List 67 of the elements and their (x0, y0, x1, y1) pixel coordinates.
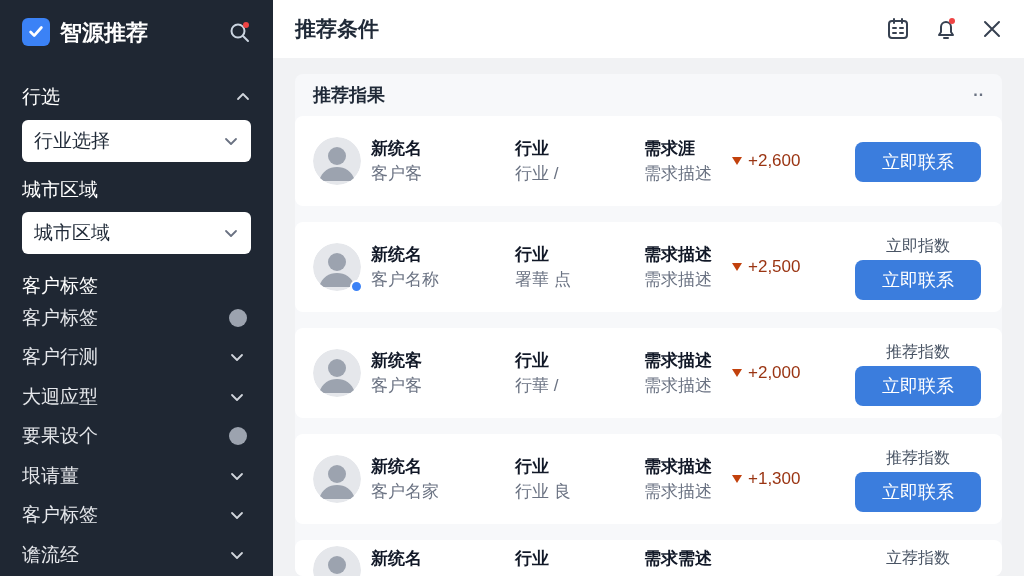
column-label: 行业 (515, 455, 550, 478)
avatar (313, 137, 361, 185)
change-value: +2,600 (748, 150, 801, 173)
client-name: 新统名 (371, 548, 423, 570)
avatar (313, 243, 361, 291)
demand-text: 需求描述 (644, 375, 713, 397)
demand-text: 需求描述 (644, 481, 713, 503)
column-label: 行业 (515, 548, 550, 570)
index-label: 立即指数 (886, 236, 950, 256)
demand-text: 需求描述 (644, 163, 713, 185)
column-label: 需求需述 (644, 548, 713, 570)
index-label: 立荐指数 (886, 548, 950, 568)
column-label: 行业 (515, 349, 550, 372)
column-label: 需求描述 (644, 455, 713, 478)
industry-text: 行业 / (515, 163, 560, 185)
client-subtitle: 客户客 (371, 375, 423, 397)
triangle-down-icon (732, 369, 742, 377)
sidebar-item[interactable]: 客户标签 (22, 495, 251, 535)
change-value: +1,300 (748, 468, 801, 491)
client-name: 新统名 (371, 455, 423, 478)
dropdown-field[interactable]: 城市区域 (22, 212, 251, 254)
section-label: 客户标签 (22, 274, 99, 298)
sidebar-item[interactable]: 谵流经 (22, 535, 251, 575)
contact-button[interactable]: 立即联系 (855, 366, 981, 406)
triangle-down-icon (732, 475, 742, 483)
triangle-down-icon (732, 263, 742, 271)
dropdown-field[interactable]: 行业选择 (22, 120, 251, 162)
logo-icon (22, 18, 50, 46)
index-label: 推荐指数 (886, 448, 950, 468)
avatar (313, 349, 361, 397)
sidebar-item[interactable]: 大迴应型 (22, 377, 251, 417)
app-title: 智源推荐 (60, 18, 148, 47)
avatar (313, 455, 361, 503)
change-value: +2,500 (748, 256, 801, 279)
more-menu[interactable]: ·· (973, 83, 984, 107)
sidebar-item[interactable]: 要果设个 (22, 416, 251, 456)
change-value: +2,000 (748, 362, 801, 385)
client-name: 新统客 (371, 349, 423, 372)
column-label: 需求描述 (644, 243, 713, 266)
contact-button[interactable]: 立即联系 (855, 472, 981, 512)
field-label: 城市区域 (22, 178, 99, 202)
calendar-icon[interactable] (886, 17, 910, 41)
search-icon[interactable] (229, 21, 251, 43)
column-label: 需求描述 (644, 349, 713, 372)
close-icon[interactable] (982, 19, 1002, 39)
client-name: 新统名 (371, 137, 423, 160)
column-label: 需求涯 (644, 137, 696, 160)
section-label: 行选 (22, 84, 60, 109)
contact-button[interactable]: 立即联系 (855, 260, 981, 300)
column-label: 行业 (515, 243, 550, 266)
client-name: 新统名 (371, 243, 423, 266)
industry-text: 行业 良 (515, 481, 572, 503)
sidebar-item[interactable]: 客户标签 (22, 298, 251, 338)
client-subtitle: 客户名称 (371, 269, 440, 291)
sidebar-item[interactable]: 垠请薑 (22, 456, 251, 496)
industry-text: 行華 / (515, 375, 560, 397)
industry-text: 署華 点 (515, 269, 572, 291)
panel-title: 推荐指果 (313, 83, 385, 107)
index-label: 推荐指数 (886, 342, 950, 362)
triangle-down-icon (732, 157, 742, 165)
column-label: 行业 (515, 137, 550, 160)
page-title: 推荐条件 (295, 16, 379, 43)
contact-button[interactable]: 立即联系 (855, 142, 981, 182)
sidebar-item[interactable]: 客户行测 (22, 337, 251, 377)
demand-text: 需求描述 (644, 269, 713, 291)
client-subtitle: 客户名家 (371, 481, 440, 503)
client-subtitle: 客户客 (371, 163, 423, 185)
